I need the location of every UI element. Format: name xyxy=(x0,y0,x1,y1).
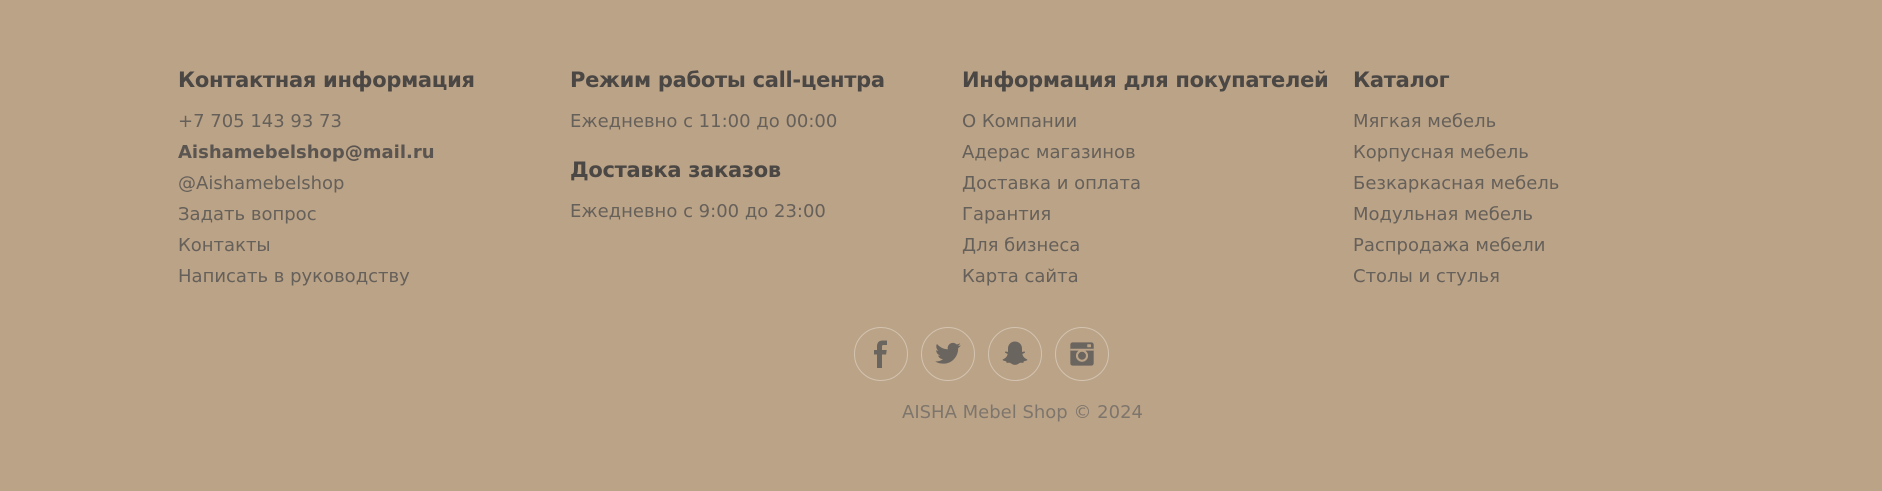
write-management-link[interactable]: Написать в руководству xyxy=(178,261,475,292)
catalog-link-soft[interactable]: Мягкая мебель xyxy=(1353,106,1559,137)
catalog-column: Каталог Мягкая мебель Корпусная мебель Б… xyxy=(1353,68,1559,292)
site-footer: Контактная информация +7 705 143 93 73 A… xyxy=(0,0,1882,491)
twitter-button[interactable] xyxy=(921,327,975,381)
callcenter-heading: Режим работы call-центра xyxy=(570,68,885,92)
buyers-link-sitemap[interactable]: Карта сайта xyxy=(962,261,1328,292)
buyers-link-about[interactable]: О Компании xyxy=(962,106,1328,137)
copyright-text: AISHA Mebel Shop © 2024 xyxy=(902,402,1143,423)
phone-link[interactable]: +7 705 143 93 73 xyxy=(178,106,475,137)
buyers-link-stores[interactable]: Адерас магазинов xyxy=(962,137,1328,168)
social-links xyxy=(854,327,1109,381)
handle-link[interactable]: @Aishamebelshop xyxy=(178,168,475,199)
contacts-column: Контактная информация +7 705 143 93 73 A… xyxy=(178,68,475,292)
callcenter-column: Режим работы call-центра Ежедневно с 11:… xyxy=(570,68,885,227)
catalog-heading: Каталог xyxy=(1353,68,1450,92)
buyers-link-business[interactable]: Для бизнеса xyxy=(962,230,1328,261)
buyers-link-delivery[interactable]: Доставка и оплата xyxy=(962,168,1328,199)
contacts-link[interactable]: Контакты xyxy=(178,230,475,261)
catalog-link-cabinet[interactable]: Корпусная мебель xyxy=(1353,137,1559,168)
snapchat-icon xyxy=(1002,341,1028,365)
contacts-list: +7 705 143 93 73 Aishamebelshop@mail.ru … xyxy=(178,106,475,292)
delivery-hours: Ежедневно с 9:00 до 23:00 xyxy=(570,201,826,222)
snapchat-button[interactable] xyxy=(988,327,1042,381)
twitter-icon xyxy=(935,342,961,364)
delivery-heading: Доставка заказов xyxy=(570,158,781,182)
facebook-button[interactable] xyxy=(854,327,908,381)
catalog-list: Мягкая мебель Корпусная мебель Безкаркас… xyxy=(1353,106,1559,292)
catalog-link-tables[interactable]: Столы и стулья xyxy=(1353,261,1559,292)
buyers-list: О Компании Адерас магазинов Доставка и о… xyxy=(962,106,1328,292)
catalog-link-sale[interactable]: Распродажа мебели xyxy=(1353,230,1559,261)
buyers-column: Информация для покупателей О Компании Ад… xyxy=(962,68,1329,292)
facebook-icon xyxy=(874,340,887,368)
catalog-link-frameless[interactable]: Безкаркасная мебель xyxy=(1353,168,1559,199)
contacts-heading: Контактная информация xyxy=(178,68,475,92)
ask-question-link[interactable]: Задать вопрос xyxy=(178,199,475,230)
catalog-link-modular[interactable]: Модульная мебель xyxy=(1353,199,1559,230)
buyers-heading: Информация для покупателей xyxy=(962,68,1329,92)
instagram-icon xyxy=(1070,342,1094,366)
email-link[interactable]: Aishamebelshop@mail.ru xyxy=(178,137,475,168)
instagram-button[interactable] xyxy=(1055,327,1109,381)
callcenter-hours: Ежедневно с 11:00 до 00:00 xyxy=(570,111,838,132)
buyers-link-warranty[interactable]: Гарантия xyxy=(962,199,1328,230)
